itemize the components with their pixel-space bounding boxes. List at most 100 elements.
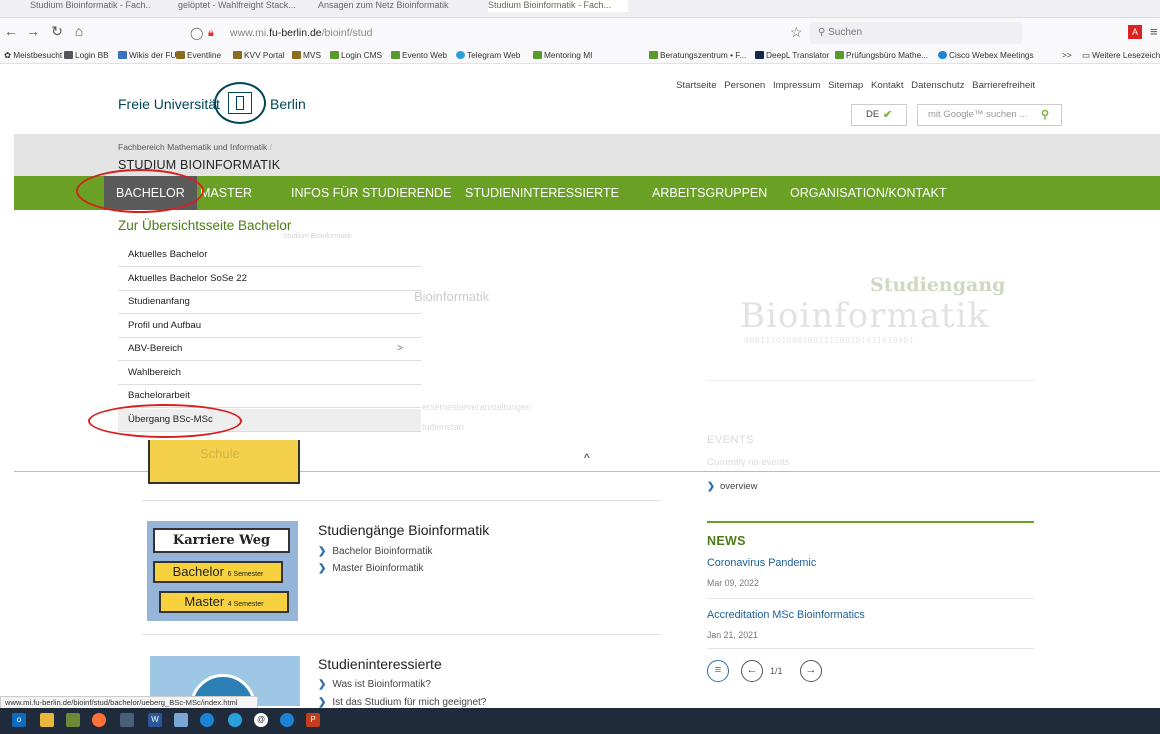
telegram-icon[interactable]	[228, 713, 242, 727]
service-link-kontakt[interactable]: Kontakt	[871, 80, 904, 91]
app-icon[interactable]	[120, 713, 134, 727]
browser-tab-active[interactable]: Studium Bioinformatik - Fach...	[488, 0, 628, 12]
bookmark-icon	[292, 51, 301, 59]
powerpoint-icon[interactable]: P	[306, 713, 320, 727]
service-link-personen[interactable]: Personen	[724, 80, 765, 91]
lock-icon: 🔒︎	[208, 27, 214, 39]
bookmark-item[interactable]: Login BB	[64, 50, 109, 60]
back-icon[interactable]: ←	[2, 23, 20, 39]
browser-search-input[interactable]: ⚲ Suchen	[810, 22, 1022, 44]
bookmark-folder[interactable]: ▭ Weitere Lesezeich	[1082, 50, 1160, 60]
events-empty-text: Currently no events	[707, 457, 790, 468]
webex-icon[interactable]	[200, 713, 214, 727]
nav-organisation-kontakt[interactable]: ORGANISATION/KONTAKT	[790, 176, 947, 210]
link-studium-geeignet[interactable]: ❯ Ist das Studium für mich geeignet?	[318, 697, 486, 708]
dropdown-overview-link[interactable]: Zur Übersichtsseite Bachelor	[118, 218, 291, 233]
news-item-link[interactable]: Accreditation MSc Bioinformatics	[707, 609, 865, 621]
service-link-barrierefreiheit[interactable]: Barrierefreiheit	[972, 80, 1035, 91]
service-link-datenschutz[interactable]: Datenschutz	[911, 80, 964, 91]
fu-logo-text-left[interactable]: Freie Universität	[118, 96, 220, 112]
fu-seal-inner-door	[236, 96, 244, 110]
bookmark-item[interactable]: Evento Web	[391, 50, 447, 60]
close-dropdown-icon[interactable]: ^	[584, 451, 590, 465]
forward-icon[interactable]: →	[24, 23, 42, 39]
karriere-weg-image[interactable]: Karriere Weg Bachelor 6 Semester Master …	[147, 521, 298, 621]
site-search-input[interactable]: mit Google™ suchen ... ⚲	[917, 104, 1062, 126]
bookmark-item[interactable]: KVV Portal	[233, 50, 285, 60]
nav-arbeitsgruppen[interactable]: ARBEITSGRUPPEN	[652, 176, 767, 210]
app-icon[interactable]	[66, 713, 80, 727]
bookmark-item[interactable]: Eventline	[176, 50, 221, 60]
browser-tab[interactable]: Studium Bioinformatik - Fach...	[30, 0, 150, 12]
news-item-link[interactable]: Coronavirus Pandemic	[707, 557, 816, 569]
browser-tab[interactable]: Ansagen zum Netz Bioinformatik	[318, 0, 468, 12]
language-select[interactable]: DE ✔	[851, 104, 907, 126]
events-overview-link[interactable]: ❯ overview	[707, 481, 757, 492]
bookmark-item[interactable]: Wikis der FU	[118, 50, 176, 60]
bookmark-item[interactable]: MVS	[292, 50, 321, 60]
breadcrumb-parent[interactable]: Fachbereich Mathematik und Informatik /	[118, 142, 272, 152]
deepl-icon	[755, 51, 764, 59]
menu-icon[interactable]: ≡	[1150, 24, 1158, 39]
bookmark-item[interactable]: ✿ Meistbesucht	[4, 50, 62, 60]
app-icon[interactable]	[174, 713, 188, 727]
link-bachelor-bioinformatik[interactable]: ❯ Bachelor Bioinformatik	[318, 546, 432, 557]
reload-icon[interactable]: ↻	[48, 23, 66, 40]
bookmark-item[interactable]: DeepL Translator	[755, 50, 829, 60]
next-page-icon[interactable]: →	[800, 660, 822, 682]
previous-page-icon[interactable]: ←	[741, 660, 763, 682]
search-icon[interactable]: ⚲	[1041, 105, 1049, 125]
firefox-icon[interactable]	[92, 713, 106, 727]
bookmark-item[interactable]: Cisco Webex Meetings	[938, 50, 1034, 60]
dropdown-item[interactable]: ABV-Bereich >	[118, 338, 421, 361]
dropdown-item[interactable]: Aktuelles Bachelor SoSe 22	[118, 268, 421, 291]
bookmark-item[interactable]: Mentoring MI	[533, 50, 592, 60]
bookmark-item[interactable]: Login CMS	[330, 50, 382, 60]
divider	[707, 598, 1034, 599]
link-was-ist-bioinformatik[interactable]: ❯ Was ist Bioinformatik?	[318, 679, 431, 690]
fu-logo-text-right[interactable]: Berlin	[270, 96, 306, 112]
service-link-startseite[interactable]: Startseite	[676, 80, 717, 91]
nav-master[interactable]: MASTER	[200, 176, 252, 210]
gear-icon: ✿	[4, 50, 14, 60]
schule-image[interactable]: Schule	[148, 440, 300, 484]
list-view-icon[interactable]: ≡	[707, 660, 729, 682]
dropdown-item[interactable]: Profil und Aufbau	[118, 315, 421, 338]
bookmark-icon	[233, 51, 242, 59]
section-title[interactable]: Studieninteressierte	[318, 656, 442, 672]
webex-icon[interactable]	[280, 713, 294, 727]
bookmark-item[interactable]: Beratungszentrum • F...	[649, 50, 746, 60]
link-master-bioinformatik[interactable]: ❯ Master Bioinformatik	[318, 563, 424, 574]
dropdown-item[interactable]: Studienanfang	[118, 291, 421, 314]
section-title[interactable]: Studiengänge Bioinformatik	[318, 522, 489, 538]
bookmark-item[interactable]: Telegram Web	[456, 50, 520, 60]
nav-studieninteressierte[interactable]: STUDIENINTERESSIERTE	[465, 176, 619, 210]
service-link-impressum[interactable]: Impressum	[773, 80, 820, 91]
service-link-sitemap[interactable]: Sitemap	[828, 80, 863, 91]
url-bar[interactable]: ◯ 🔒︎ www.mi.fu-berlin.de/bioinf/stud	[190, 22, 800, 44]
browser-tab[interactable]: gelöptet - Wahlfreight Stack...	[178, 0, 303, 12]
file-explorer-icon[interactable]	[40, 713, 54, 727]
star-icon[interactable]: ☆	[790, 24, 803, 41]
webex-icon	[938, 51, 947, 59]
news-heading: NEWS	[707, 534, 746, 548]
dropdown-item[interactable]: Aktuelles Bachelor	[118, 244, 421, 267]
search-icon: ⚲	[818, 27, 829, 38]
bookmark-overflow[interactable]: >>	[1062, 50, 1072, 60]
url-text: www.mi.fu-berlin.de/bioinf/stud	[230, 27, 373, 39]
home-icon[interactable]: ⌂	[70, 23, 88, 39]
bookmark-item[interactable]: Prüfungsbüro Mathe...	[835, 50, 928, 60]
chevron-right-icon: ❯	[318, 563, 327, 574]
shield-icon: ◯	[190, 26, 204, 40]
pdf-icon[interactable]: A	[1128, 25, 1142, 39]
nav-infos-fuer-studierende[interactable]: INFOS FÜR STUDIERENDE	[291, 176, 451, 210]
divider	[142, 500, 660, 501]
word-icon[interactable]: W	[148, 713, 162, 727]
outlook-icon[interactable]: o	[12, 713, 26, 727]
news-item-date: Mar 09, 2022	[707, 578, 759, 588]
studiengang-logo-line2: Bioinformatik	[740, 296, 990, 336]
dropdown-item[interactable]: Wahlbereich	[118, 362, 421, 385]
app-icon[interactable]: @	[254, 713, 268, 727]
divider	[707, 648, 1034, 649]
chevron-right-icon: ❯	[318, 679, 327, 690]
